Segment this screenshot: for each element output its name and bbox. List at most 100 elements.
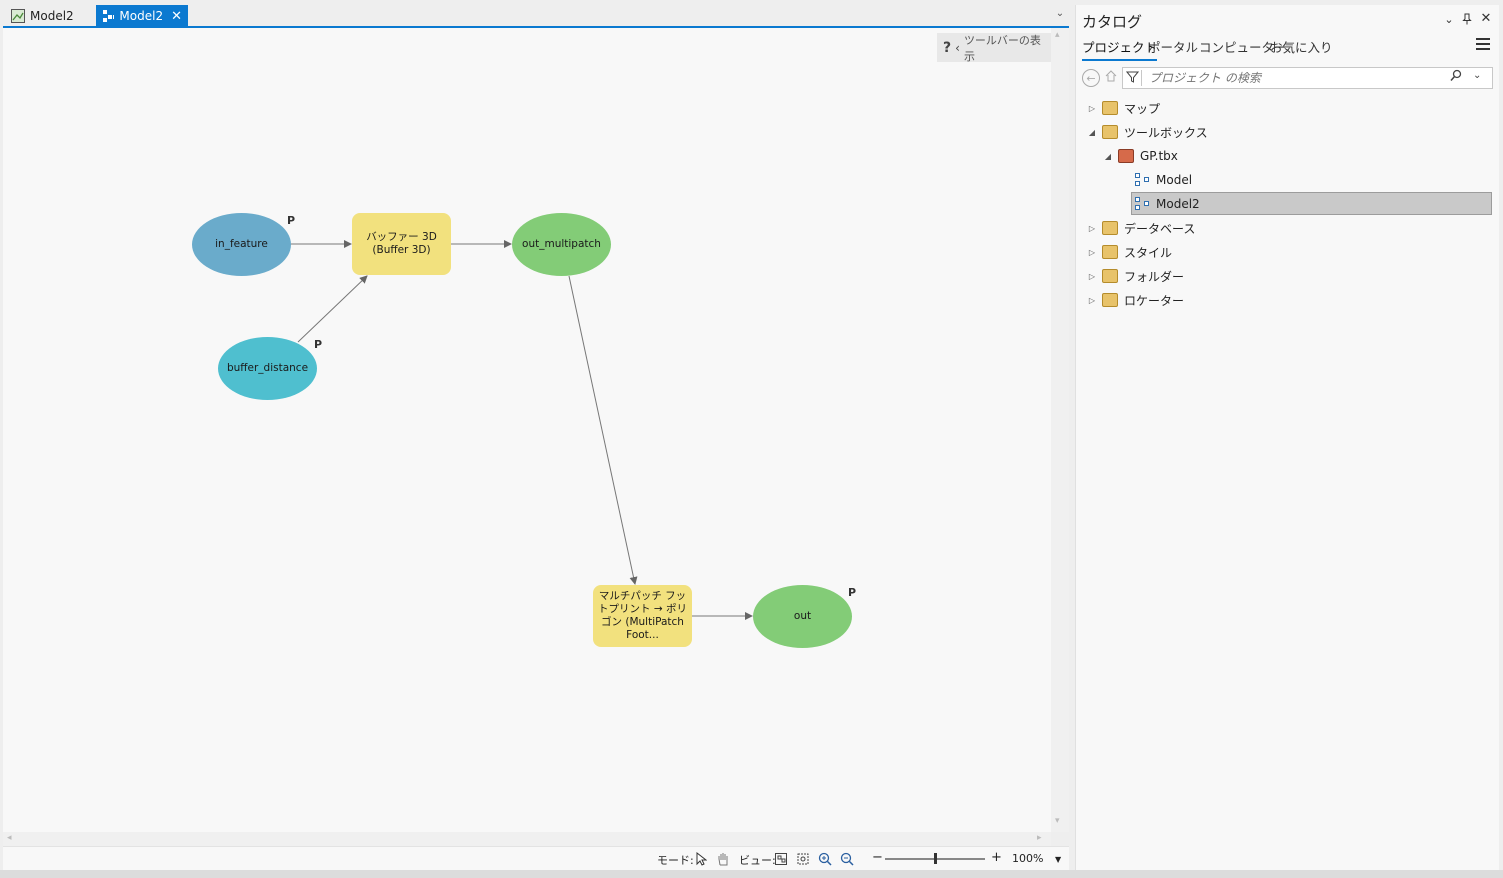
document-tab-strip: Model2 Model2 ✕ ⌄ [0,0,1070,28]
chevron-left-icon: ‹ [955,40,960,55]
view-label: ビュー: [739,854,776,867]
locators-folder-icon [1102,293,1118,307]
chevron-down-icon[interactable]: ⌄ [1473,70,1481,81]
zoom-increase-button[interactable]: + [991,850,1002,865]
tab-modelbuilder-model2[interactable]: Model2 ✕ [96,5,188,27]
zoom-dropdown-icon[interactable]: ▼ [1055,855,1061,864]
tree-item-label: ロケーター [1124,293,1185,308]
node-label: in_feature [215,237,268,250]
tree-item-label: GP.tbx [1140,149,1178,163]
pane-title: カタログ [1082,13,1143,31]
tree-item-databases[interactable]: ▷ データベース [1086,217,1195,239]
node-label: buffer_distance [226,361,309,374]
fit-to-window-icon[interactable] [773,851,789,867]
node-label: マルチパッチ フットプリント → ポリゴン (MultiPatch Foot..… [598,589,687,642]
collapse-icon[interactable]: ◢ [1086,128,1098,137]
model-icon [103,10,115,22]
model-icon [1134,197,1150,211]
folders-folder-icon [1102,269,1118,283]
parameter-marker: P [314,338,323,351]
node-label: バッファー 3D (Buffer 3D) [366,230,437,256]
close-icon[interactable]: ✕ [1479,11,1493,26]
mode-label: モード: [657,854,694,867]
tab-project[interactable]: プロジェクト [1082,37,1158,61]
select-pointer-icon[interactable] [693,851,709,867]
zoom-in-icon[interactable] [817,851,833,867]
expand-icon[interactable]: ▷ [1086,224,1098,233]
map-icon [11,9,25,23]
pane-options-icon[interactable]: ⌄ [1442,13,1456,27]
node-buffer-distance[interactable]: buffer_distance [218,337,317,400]
tree-item-locators[interactable]: ▷ ロケーター [1086,289,1184,311]
show-toolbar-label: ツールバーの表示 [963,33,1041,63]
toolbox-folder-icon [1102,125,1118,139]
toolbox-icon [1118,149,1134,163]
connector-layer [291,240,753,620]
tree-item-label: スタイル [1124,245,1173,260]
tab-label: Model2 [30,9,74,23]
tree-item-label: Model [1156,173,1193,187]
tree-item-styles[interactable]: ▷ スタイル [1086,241,1172,263]
node-label: out [793,609,812,622]
tree-item-gp-tbx[interactable]: ◢ GP.tbx [1102,145,1178,167]
pan-hand-icon[interactable] [715,851,731,867]
scroll-down-icon[interactable]: ▾ [1055,816,1060,826]
zoom-out-icon[interactable] [839,851,855,867]
catalog-search[interactable]: ⌄ [1122,67,1493,89]
model-icon [1134,173,1150,187]
tree-item-model2[interactable]: Model2 [1130,193,1200,215]
pin-icon[interactable] [1460,13,1474,27]
back-icon[interactable]: ← [1082,69,1100,87]
show-toolbar-button[interactable]: ? ‹ ツールバーの表示 [937,33,1051,63]
scroll-left-icon[interactable]: ◂ [7,833,12,843]
tree-item-label: マップ [1124,101,1161,116]
tab-map-model2[interactable]: Model2 [5,5,93,27]
scroll-right-icon[interactable]: ▸ [1037,833,1042,843]
tree-item-toolboxes[interactable]: ◢ ツールボックス [1086,121,1208,143]
node-out[interactable]: out [753,585,852,648]
node-tool-multipatch-footprint[interactable]: マルチパッチ フットプリント → ポリゴン (MultiPatch Foot..… [593,585,692,647]
search-input[interactable] [1149,70,1439,86]
close-icon[interactable]: ✕ [171,9,182,24]
vertical-scrollbar[interactable]: ▴ ▾ [1051,28,1069,832]
connector-outmultipatch-footprint [568,275,638,585]
maps-folder-icon [1102,101,1118,115]
node-label: out_multipatch [522,237,601,250]
node-tool-buffer3d[interactable]: バッファー 3D (Buffer 3D) [352,213,451,275]
tree-item-label: ツールボックス [1124,125,1208,140]
full-extent-icon[interactable] [795,851,811,867]
tab-portal[interactable]: ポータル [1148,37,1198,56]
tab-favorites[interactable]: お気に入り [1270,37,1333,56]
tree-item-folders[interactable]: ▷ フォルダー [1086,265,1184,287]
zoom-level[interactable]: 100% [1012,852,1043,865]
parameter-marker: P [848,586,857,599]
help-icon[interactable]: ? [943,40,951,56]
filter-icon[interactable] [1125,70,1142,86]
chevron-down-icon[interactable]: ⌄ [1054,8,1066,20]
home-icon[interactable] [1105,69,1121,87]
styles-folder-icon [1102,245,1118,259]
connector-bufferdistance-buffer3d [297,275,368,343]
bottom-border [0,870,1503,878]
node-out-multipatch[interactable]: out_multipatch [512,213,611,276]
model-canvas[interactable]: in_feature P buffer_distance P バッファー 3D … [3,28,1051,832]
zoom-slider-thumb[interactable] [934,853,937,864]
hamburger-menu-icon[interactable] [1476,38,1490,52]
zoom-decrease-button[interactable]: − [872,850,883,865]
database-folder-icon [1102,221,1118,235]
expand-icon[interactable]: ▷ [1086,104,1098,113]
tree-item-model[interactable]: Model [1130,169,1192,191]
catalog-pane: カタログ ⌄ ✕ プロジェクト ポータル コンピューター お気に入り ← ⌄ ▷… [1075,5,1499,870]
node-in-feature[interactable]: in_feature [192,213,291,276]
tree-item-maps[interactable]: ▷ マップ [1086,97,1160,119]
collapse-icon[interactable]: ◢ [1102,152,1114,161]
tree-item-label: フォルダー [1124,269,1185,284]
expand-icon[interactable]: ▷ [1086,248,1098,257]
parameter-marker: P [287,214,296,227]
expand-icon[interactable]: ▷ [1086,296,1098,305]
expand-icon[interactable]: ▷ [1086,272,1098,281]
horizontal-scrollbar[interactable]: ◂ ▸ [3,832,1051,846]
tree-item-label: Model2 [1156,197,1200,211]
search-icon[interactable] [1450,69,1462,86]
scroll-up-icon[interactable]: ▴ [1055,30,1060,40]
